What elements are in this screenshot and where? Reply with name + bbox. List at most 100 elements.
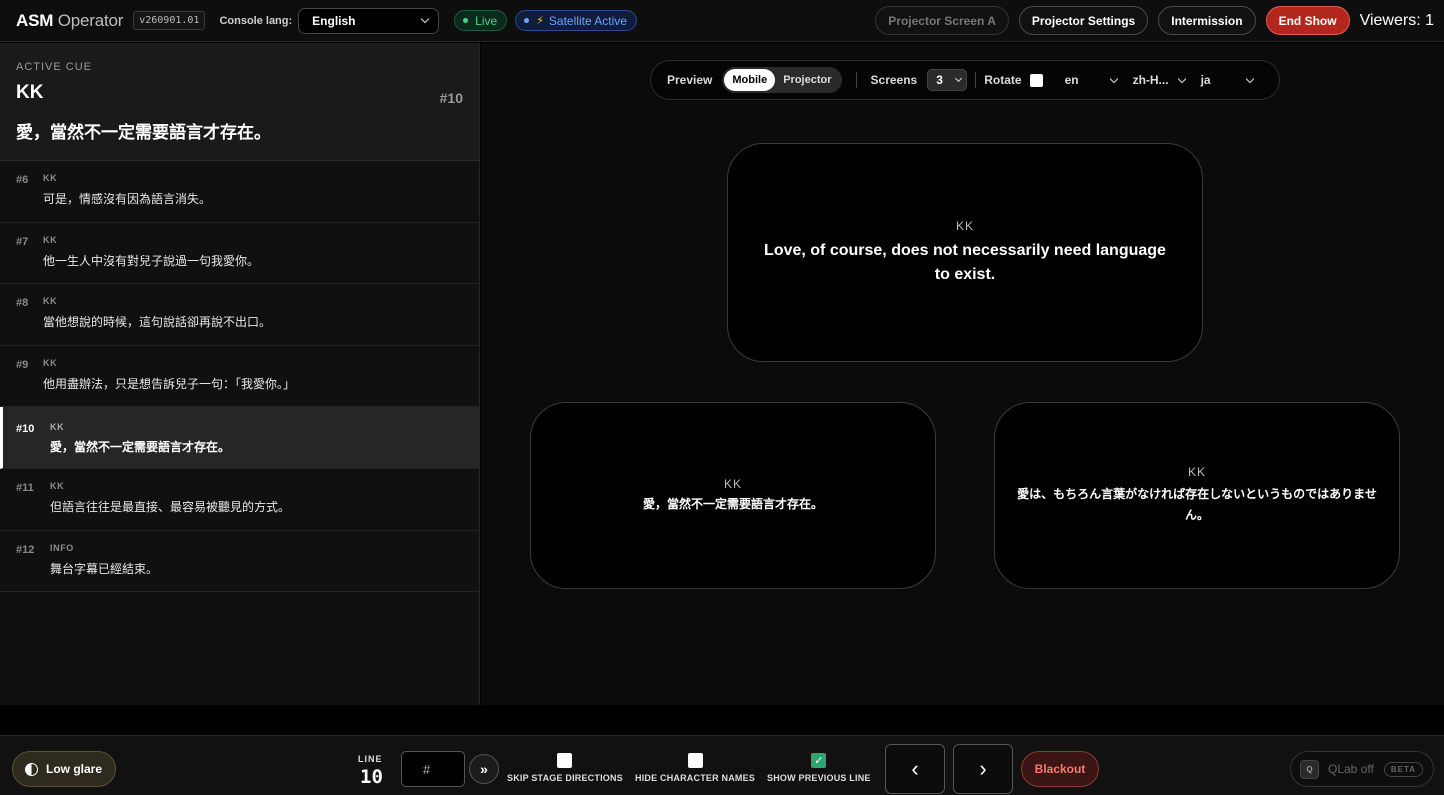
preview-screen-en: KK Love, of course, does not necessarily… (727, 143, 1203, 362)
projector-screen-button[interactable]: Projector Screen A (875, 6, 1009, 35)
logo-light: Operator (57, 10, 124, 30)
rotate-label: Rotate (984, 73, 1022, 87)
go-to-line-button[interactable]: » (469, 754, 499, 784)
cue-item[interactable]: #7 KK 他一生人中沒有對兒子說過一句我愛你。 (0, 223, 479, 285)
preview-mode-toggle: Mobile Projector (722, 67, 842, 93)
console-lang-label: Console lang: (219, 14, 293, 27)
satellite-dot-icon (524, 18, 530, 23)
skip-stage-label: SKIP STAGE DIRECTIONS (507, 773, 623, 783)
lang-select-1[interactable]: en (1064, 73, 1118, 87)
console-lang-select[interactable]: English (298, 7, 440, 34)
live-status-badge: Live (454, 10, 508, 31)
hide-character-names-toggle[interactable]: HIDE CHARACTER NAMES (635, 753, 755, 783)
skip-stage-checkbox[interactable] (557, 753, 573, 768)
lang-select-3[interactable]: ja (1200, 73, 1254, 87)
show-prev-label: SHOW PREVIOUS LINE (767, 773, 871, 783)
console-lang-value: English (312, 13, 356, 28)
rotate-checkbox[interactable] (1029, 73, 1043, 87)
lang-3-value: ja (1200, 73, 1211, 87)
chevron-down-icon (955, 74, 963, 83)
chevron-left-icon: ‹ (911, 756, 919, 781)
cue-item[interactable]: #6 KK 可是，情感沒有因為語言消失。 (0, 161, 479, 223)
chevron-down-icon (1245, 74, 1254, 83)
contrast-icon (25, 762, 38, 776)
cue-item[interactable]: #8 KK 當他想說的時候，這句說話卻再說不出口。 (0, 284, 479, 346)
screen-speaker: KK (955, 219, 974, 234)
cue-item-current[interactable]: #10 KK 愛，當然不一定需要語言才存在。 (0, 407, 479, 469)
screens-label: Screens (870, 73, 918, 87)
qlab-icon: Q (1300, 759, 1319, 779)
screens-select[interactable]: 3 (927, 69, 968, 91)
beta-badge: BETA (1383, 761, 1424, 777)
cue-speaker: INFO (50, 542, 74, 553)
projector-settings-button[interactable]: Projector Settings (1018, 6, 1149, 35)
satellite-status-badge: ⚡ Satellite Active (515, 10, 637, 31)
active-cue-number: #10 (439, 90, 463, 106)
blackout-button[interactable]: Blackout (1021, 751, 1099, 787)
screen-speaker: KK (723, 477, 742, 492)
preview-screen-ja: KK 愛は、もちろん言葉がなければ存在しないというものではありません。 (994, 402, 1400, 589)
end-show-button[interactable]: End Show (1265, 6, 1350, 35)
mode-mobile-button[interactable]: Mobile (724, 69, 776, 91)
cue-speaker: KK (43, 234, 58, 245)
active-cue-card: ACTIVE CUE KK #10 愛，當然不一定需要語言才存在。 (0, 43, 479, 161)
screen-speaker: KK (1187, 465, 1206, 479)
hide-names-label: HIDE CHARACTER NAMES (635, 773, 756, 783)
show-previous-line-toggle[interactable]: ✓ SHOW PREVIOUS LINE (767, 753, 871, 783)
next-cue-button[interactable]: › (953, 744, 1013, 794)
screens-value: 3 (936, 73, 943, 87)
cue-item[interactable]: #9 KK 他用盡辦法，只是想告訴兒子一句：「我愛你。」 (0, 346, 479, 408)
preview-toolbar: Preview Mobile Projector Screens 3 Rotat… (650, 60, 1280, 100)
skip-stage-directions-toggle[interactable]: SKIP STAGE DIRECTIONS (507, 753, 623, 783)
cue-item[interactable]: #12 INFO 舞台字幕已經結束。 (0, 531, 479, 593)
cue-text: 他一生人中沒有對兒子說過一句我愛你。 (43, 253, 260, 268)
cue-speaker: KK (50, 480, 65, 491)
line-label: LINE (358, 754, 383, 764)
divider (975, 72, 977, 88)
lang-select-2[interactable]: zh-H... (1133, 73, 1186, 87)
lang-1-value: en (1064, 73, 1079, 87)
cue-number: #8 (16, 297, 29, 310)
qlab-toggle[interactable]: Q QLab off BETA (1290, 751, 1434, 787)
screen-text: 愛，當然不一定需要語言才存在。 (642, 497, 823, 512)
cue-speaker: KK (50, 422, 65, 433)
mode-projector-button[interactable]: Projector (775, 69, 839, 91)
cue-speaker: KK (43, 296, 58, 307)
preview-area: Preview Mobile Projector Screens 3 Rotat… (481, 43, 1444, 705)
double-chevron-right-icon: » (480, 761, 488, 777)
cue-text: 愛，當然不一定需要語言才存在。 (50, 440, 231, 455)
cue-speaker: KK (43, 173, 58, 183)
lightning-icon: ⚡ (536, 15, 544, 27)
chevron-down-icon (1177, 74, 1186, 83)
cue-number: #9 (16, 358, 29, 371)
intermission-button[interactable]: Intermission (1158, 6, 1256, 35)
active-cue-speaker: KK (16, 82, 44, 103)
low-glare-button[interactable]: Low glare (12, 751, 116, 787)
chevron-down-icon (1109, 74, 1118, 83)
cue-panel: ACTIVE CUE KK #10 愛，當然不一定需要語言才存在。 #6 KK … (0, 43, 480, 705)
active-cue-label: ACTIVE CUE (16, 61, 93, 73)
bottom-control-bar: Low glare LINE 10 # » SKIP STAGE DIRECTI… (0, 735, 1444, 795)
screen-text: 愛は、もちろん言葉がなければ存在しないというものではありません。 (1017, 487, 1377, 522)
app-logo: ASM Operator (16, 11, 123, 31)
version-badge: v260901.01 (133, 11, 206, 30)
chevron-right-icon: › (979, 756, 987, 781)
cue-text: 可是，情感沒有因為語言消失。 (43, 192, 212, 206)
cue-number: #7 (16, 235, 29, 248)
line-number: 10 (360, 766, 383, 788)
goto-line-input[interactable]: # (401, 751, 465, 787)
chevron-down-icon (420, 14, 430, 24)
previous-cue-button[interactable]: ‹ (885, 744, 945, 794)
preview-screen-zh: KK 愛，當然不一定需要語言才存在。 (530, 402, 936, 589)
low-glare-label: Low glare (46, 762, 103, 776)
show-prev-checkbox[interactable]: ✓ (811, 753, 827, 768)
cue-number: #6 (16, 174, 29, 186)
top-bar: ASM Operator v260901.01 Console lang: En… (0, 0, 1444, 42)
live-label: Live (475, 13, 498, 28)
hide-names-checkbox[interactable] (687, 753, 703, 768)
cue-speaker: KK (43, 357, 58, 368)
cue-text: 當他想說的時候，這句說話卻再說不出口。 (43, 315, 272, 330)
screen-text: Love, of course, does not necessarily ne… (764, 242, 1166, 283)
cue-item[interactable]: #11 KK 但語言往往是最直接、最容易被聽見的方式。 (0, 469, 479, 531)
preview-label: Preview (667, 73, 713, 87)
